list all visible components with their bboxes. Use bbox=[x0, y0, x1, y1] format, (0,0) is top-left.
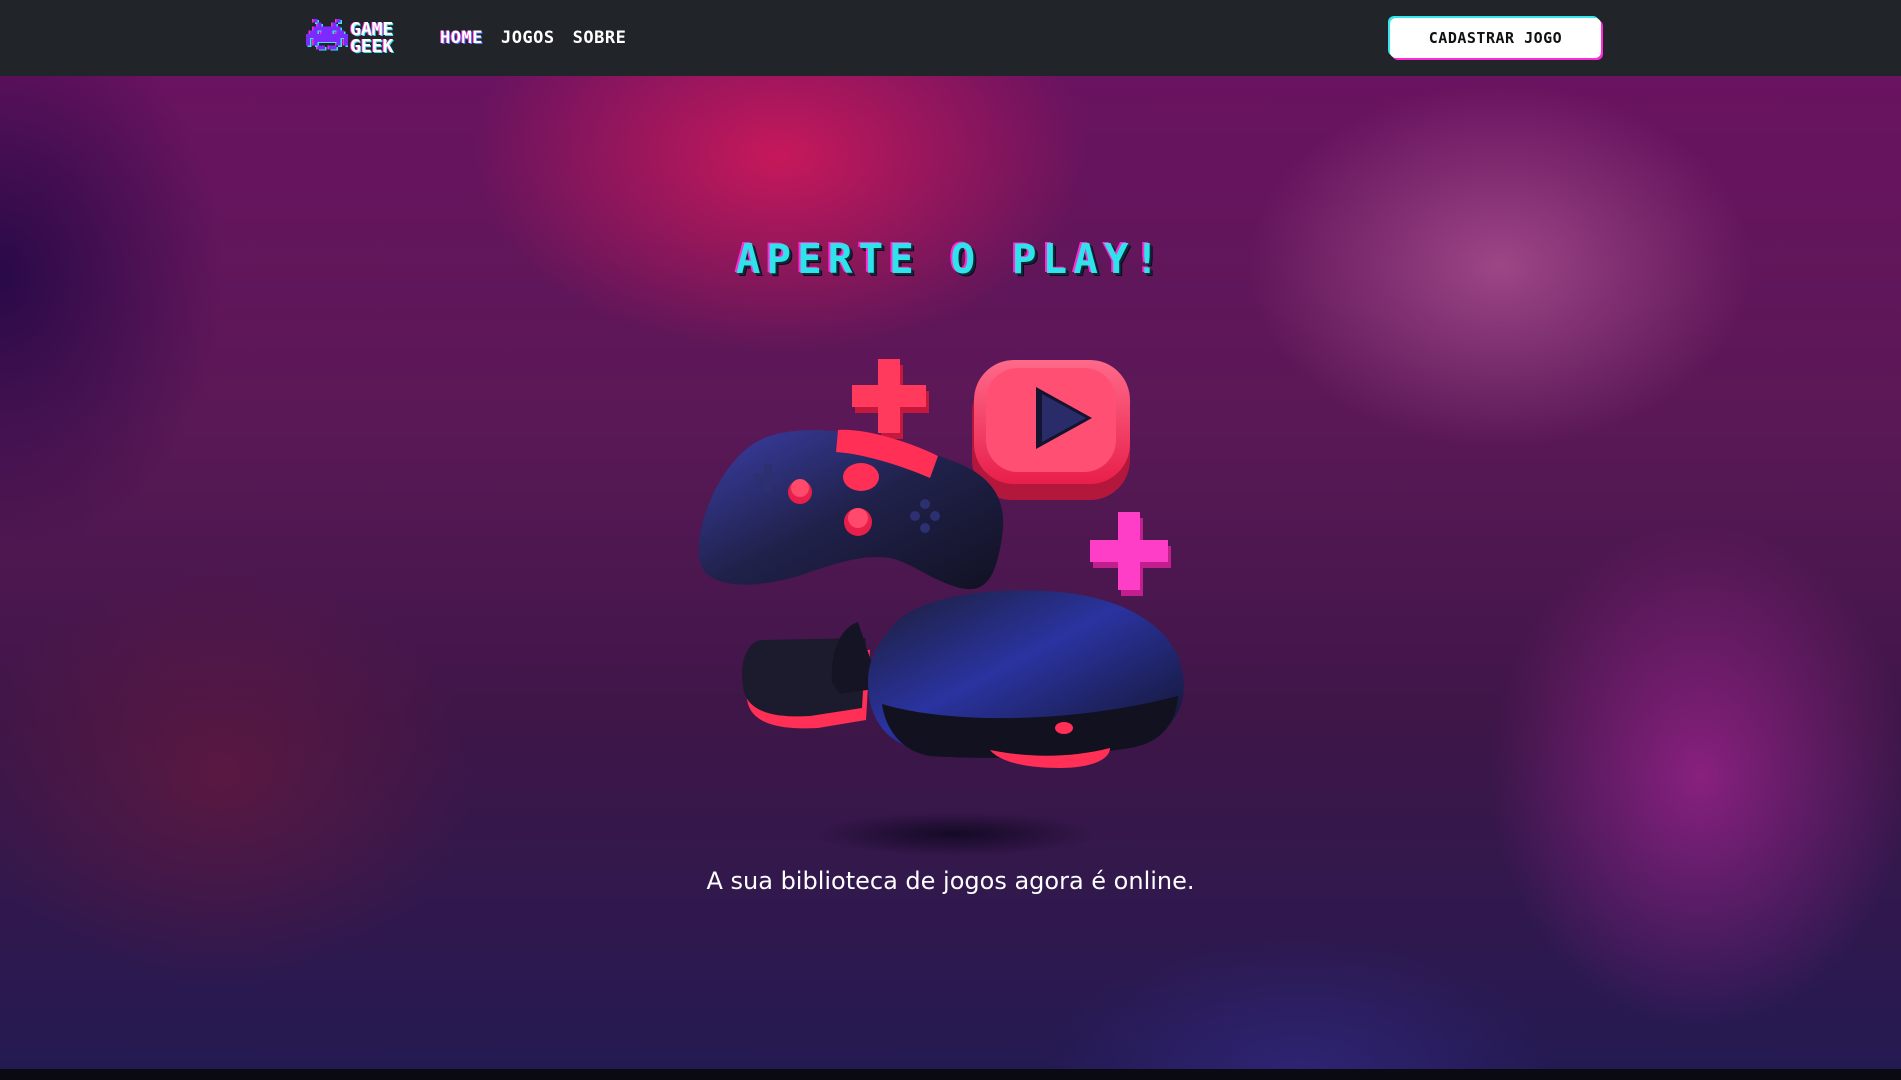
nav-link-home[interactable]: HOME bbox=[440, 26, 483, 50]
brand-name: GAME GEEK bbox=[350, 21, 394, 57]
footer-strip bbox=[0, 1069, 1901, 1080]
nav-link-jogos[interactable]: JOGOS bbox=[501, 26, 555, 50]
floor-shadow bbox=[815, 812, 1095, 856]
pink-plus-icon bbox=[1090, 512, 1171, 596]
red-plus-icon bbox=[852, 359, 929, 439]
register-game-button[interactable]: CADASTRAR JOGO bbox=[1390, 18, 1601, 58]
nav-links: HOME JOGOS SOBRE bbox=[440, 26, 626, 50]
space-invader-icon bbox=[306, 18, 348, 51]
hero-title: APERTE O PLAY! bbox=[735, 235, 1166, 283]
nav-link-sobre[interactable]: SOBRE bbox=[573, 26, 627, 50]
brand-name-line2: GEEK bbox=[350, 36, 394, 57]
vr-headset-icon bbox=[741, 590, 1184, 768]
hero-tagline: A sua biblioteca de jogos agora é online… bbox=[706, 867, 1195, 895]
play-button-icon bbox=[972, 360, 1130, 500]
navbar: GAME GEEK HOME JOGOS SOBRE CADASTRAR JOG… bbox=[0, 0, 1901, 76]
gaming-illustration bbox=[698, 359, 1184, 856]
brand-logo[interactable]: GAME GEEK bbox=[306, 17, 415, 59]
gamepad-icon bbox=[698, 429, 1004, 590]
hero-section: APERTE O PLAY! A sua biblioteca de jogos… bbox=[0, 76, 1901, 1069]
